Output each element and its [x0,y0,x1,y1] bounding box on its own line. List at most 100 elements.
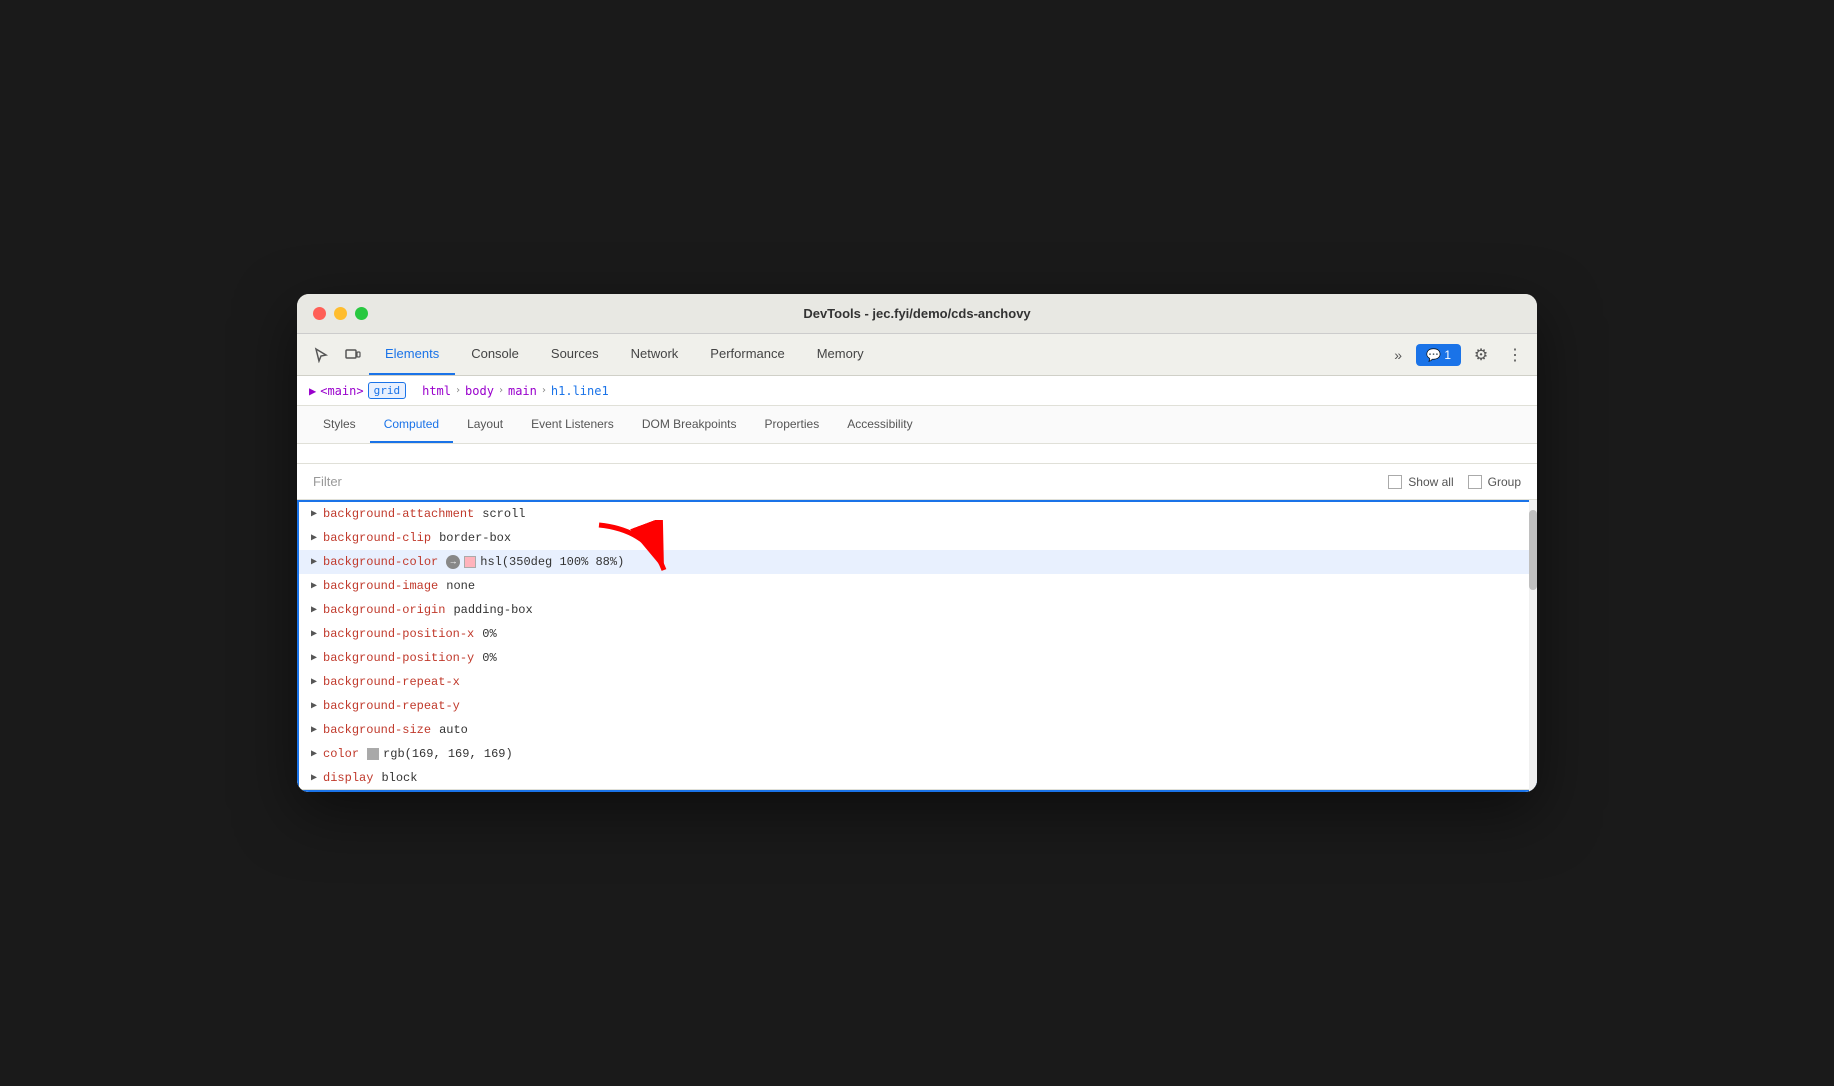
sub-tab-accessibility[interactable]: Accessibility [833,406,926,443]
prop-row-color[interactable]: ▶ color rgb(169, 169, 169) [299,742,1535,766]
cursor-icon [313,347,329,363]
sub-tab-event-listeners[interactable]: Event Listeners [517,406,628,443]
prop-row-background-position-x[interactable]: ▶ background-position-x 0% [299,622,1535,646]
expand-arrow: ▶ [311,652,317,664]
prop-row-background-position-y[interactable]: ▶ background-position-y 0% [299,646,1535,670]
prop-value: border-box [439,531,511,545]
tab-elements[interactable]: Elements [369,334,455,375]
breadcrumb-html[interactable]: html [422,384,451,398]
show-all-checkbox[interactable] [1388,475,1402,489]
prop-row-display[interactable]: ▶ display block [299,766,1535,790]
maximize-button[interactable] [355,307,368,320]
prop-name: background-origin [323,603,445,617]
navigate-icon[interactable]: → [446,555,460,569]
device-toolbar-button[interactable] [337,339,369,371]
prop-name: background-attachment [323,507,474,521]
sub-tab-properties[interactable]: Properties [751,406,834,443]
prop-name: color [323,747,359,761]
devtools-window: DevTools - jec.fyi/demo/cds-anchovy Elem… [297,294,1537,792]
prop-value: scroll [482,507,525,521]
prop-name: background-size [323,723,431,737]
prop-row-background-color[interactable]: ▶ background-color → hsl(350deg 100% 88%… [299,550,1535,574]
expand-arrow: ▶ [311,604,317,616]
filter-options: Show all Group [1388,475,1521,489]
grid-badge[interactable]: grid [368,382,407,399]
inspector-button[interactable] [305,339,337,371]
window-title: DevTools - jec.fyi/demo/cds-anchovy [803,306,1030,321]
expand-arrow: ▶ [311,508,317,520]
prop-value: auto [439,723,468,737]
sub-tab-layout[interactable]: Layout [453,406,517,443]
sub-tab-styles[interactable]: Styles [309,406,370,443]
main-tabs: Elements Console Sources Network Perform… [369,334,1386,375]
sub-tabs: Styles Computed Layout Event Listeners D… [297,406,1537,444]
device-icon [345,347,361,363]
prop-row-background-origin[interactable]: ▶ background-origin padding-box [299,598,1535,622]
close-button[interactable] [313,307,326,320]
scrollbar-thumb[interactable] [1529,510,1537,590]
more-tabs-button[interactable]: » [1386,343,1410,367]
devtools-tabs: Elements Console Sources Network Perform… [297,334,1537,376]
chat-badge[interactable]: 💬 1 [1416,344,1461,366]
prop-name: background-repeat-x [323,675,460,689]
traffic-lights [313,307,368,320]
scrollbar[interactable] [1529,500,1537,792]
expand-arrow: ▶ [311,532,317,544]
settings-button[interactable]: ⚙ [1467,341,1495,369]
tab-performance[interactable]: Performance [694,334,800,375]
group-group: Group [1468,475,1521,489]
breadcrumb-arrow-1: ▶ [309,384,316,398]
breadcrumb-dom-label: <main> [320,384,363,398]
prop-name: display [323,771,373,785]
breadcrumb-main[interactable]: main [508,384,537,398]
sub-tab-computed[interactable]: Computed [370,406,453,443]
prop-name: background-position-y [323,651,474,665]
prop-value: padding-box [453,603,532,617]
prop-value: block [381,771,417,785]
filter-input[interactable] [313,474,513,489]
filter-bar: Show all Group [297,464,1537,500]
color-swatch[interactable] [464,556,476,568]
group-checkbox[interactable] [1468,475,1482,489]
prop-value: 0% [482,651,496,665]
breadcrumb-body[interactable]: body [465,384,494,398]
minimize-button[interactable] [334,307,347,320]
prop-name: background-position-x [323,627,474,641]
prop-name: background-clip [323,531,431,545]
prop-row-background-size[interactable]: ▶ background-size auto [299,718,1535,742]
prop-row-background-clip[interactable]: ▶ background-clip border-box [299,526,1535,550]
properties-panel: ▶ background-attachment scroll ▶ backgro… [297,500,1537,792]
color-swatch[interactable] [367,748,379,760]
breadcrumb-h1[interactable]: h1.line1 [551,384,609,398]
more-options-button[interactable]: ⋮ [1501,341,1529,369]
expand-arrow: ▶ [311,748,317,760]
sub-tab-dom-breakpoints[interactable]: DOM Breakpoints [628,406,751,443]
prop-row-background-image[interactable]: ▶ background-image none [299,574,1535,598]
tab-console[interactable]: Console [455,334,535,375]
prop-row-background-attachment[interactable]: ▶ background-attachment scroll [299,502,1535,526]
tab-network[interactable]: Network [615,334,695,375]
prop-value: rgb(169, 169, 169) [383,747,513,761]
title-bar: DevTools - jec.fyi/demo/cds-anchovy [297,294,1537,334]
expand-arrow: ▶ [311,700,317,712]
prop-value: none [446,579,475,593]
prop-value: hsl(350deg 100% 88%) [480,555,624,569]
expand-arrow: ▶ [311,724,317,736]
spacer [297,444,1537,464]
properties-wrapper: ▶ background-attachment scroll ▶ backgro… [297,500,1537,792]
expand-arrow: ▶ [311,556,317,568]
prop-row-background-repeat-y[interactable]: ▶ background-repeat-y [299,694,1535,718]
expand-arrow: ▶ [311,628,317,640]
expand-arrow: ▶ [311,676,317,688]
breadcrumb-bar: ▶ <main> grid html › body › main › h1.li… [297,376,1537,406]
prop-row-background-repeat-x[interactable]: ▶ background-repeat-x [299,670,1535,694]
show-all-label: Show all [1408,475,1453,489]
prop-name: background-image [323,579,438,593]
tab-memory[interactable]: Memory [801,334,880,375]
group-label: Group [1488,475,1521,489]
tab-sources[interactable]: Sources [535,334,615,375]
expand-arrow: ▶ [311,580,317,592]
expand-arrow: ▶ [311,772,317,784]
prop-name: background-color [323,555,438,569]
prop-name: background-repeat-y [323,699,460,713]
